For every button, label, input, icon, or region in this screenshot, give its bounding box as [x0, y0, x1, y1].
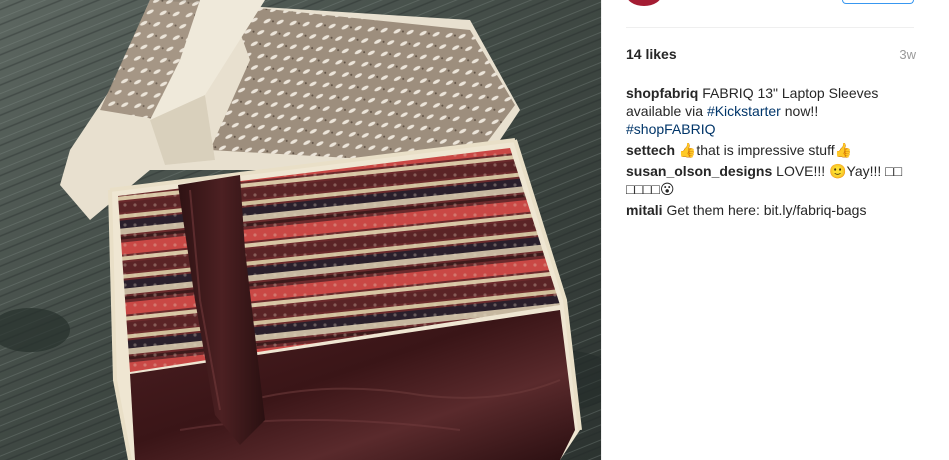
comment-username[interactable]: susan_olson_designs: [626, 163, 772, 179]
likes-count[interactable]: 14 likes: [626, 46, 677, 62]
header-divider: [626, 27, 914, 28]
comment-mitali: mitali Get them here: bit.ly/fabriq-bags: [626, 201, 920, 219]
comment-text: 👍that is impressive stuff👍: [678, 142, 853, 158]
comment-username[interactable]: mitali: [626, 202, 663, 218]
post-sidebar: 14 likes 3w shopfabriq FABRIQ 13" Laptop…: [601, 0, 949, 460]
post-time[interactable]: 3w: [899, 47, 916, 62]
likes-row: 14 likes 3w: [626, 46, 916, 64]
follow-button[interactable]: [842, 0, 914, 4]
hashtag-shopfabriq[interactable]: #shopFABRIQ: [626, 121, 716, 137]
caption-username[interactable]: shopfabriq: [626, 85, 698, 101]
comment-settech: settech 👍that is impressive stuff👍: [626, 141, 920, 159]
post-photo[interactable]: [0, 0, 601, 460]
caption-text-end: now!!: [780, 103, 819, 119]
laptop-sleeves-image: [0, 0, 601, 460]
comment-list: shopfabriq FABRIQ 13" Laptop Sleeves ava…: [626, 84, 920, 222]
profile-avatar[interactable]: [626, 0, 662, 6]
comment-text: Get them here: bit.ly/fabriq-bags: [666, 202, 867, 218]
hashtag-kickstarter[interactable]: #Kickstarter: [707, 103, 781, 119]
caption: shopfabriq FABRIQ 13" Laptop Sleeves ava…: [626, 84, 886, 138]
comment-username[interactable]: settech: [626, 142, 675, 158]
comment-susan: susan_olson_designs LOVE!!! 🙂Yay!!! □□ □…: [626, 162, 916, 198]
